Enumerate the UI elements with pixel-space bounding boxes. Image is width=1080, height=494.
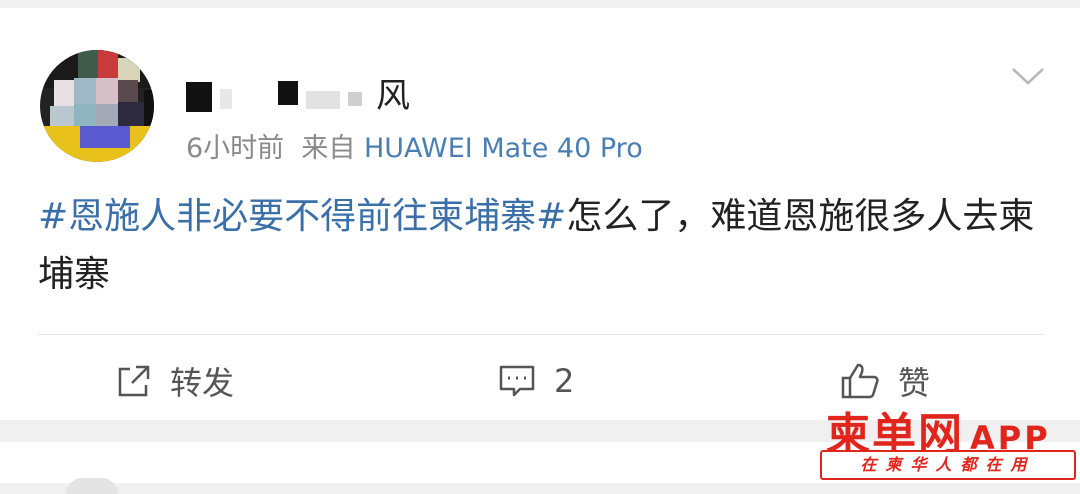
redacted-block <box>306 91 340 109</box>
repost-label: 转发 <box>170 364 235 402</box>
hashtag-link[interactable]: #恩施人非必要不得前往柬埔寨# <box>38 196 566 237</box>
comment-button[interactable]: 2 <box>498 353 574 409</box>
watermark-logo: 柬单网 APP 在柬华人都在用 <box>820 398 1076 480</box>
watermark-slogan: 在柬华人都在用 <box>820 450 1076 480</box>
redacted-block <box>220 89 232 109</box>
chevron-down-icon[interactable] <box>1010 64 1046 88</box>
weibo-post-card: 风 6小时前 来自 HUAWEI Mate 40 Pro #恩施人非必要不得前往… <box>0 8 1080 420</box>
post-text: #恩施人非必要不得前往柬埔寨#怎么了，难道恩施很多人去柬埔寨 <box>38 188 1042 304</box>
avatar[interactable] <box>40 50 154 162</box>
comment-icon <box>498 363 536 399</box>
redacted-block <box>186 82 212 112</box>
redacted-block <box>348 92 362 106</box>
repost-button[interactable]: 转发 <box>116 353 234 409</box>
post-meta: 6小时前 来自 HUAWEI Mate 40 Pro <box>186 126 643 165</box>
post-time: 6小时前 <box>186 133 285 164</box>
author-name[interactable]: 风 <box>186 68 410 116</box>
thumbs-up-icon <box>840 362 880 400</box>
comment-count: 2 <box>554 362 575 400</box>
redacted-block <box>240 77 270 107</box>
repost-icon <box>116 363 152 399</box>
redacted-block <box>278 81 298 105</box>
source-prefix: 来自 <box>301 133 356 164</box>
next-post-avatar <box>66 478 118 494</box>
divider <box>38 334 1044 335</box>
author-name-visible: 风 <box>376 75 410 116</box>
source-device[interactable]: HUAWEI Mate 40 Pro <box>364 133 643 164</box>
